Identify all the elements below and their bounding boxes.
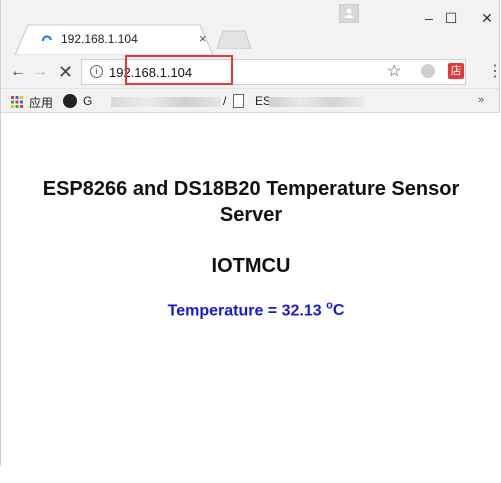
site-info-icon[interactable]: i xyxy=(90,65,103,78)
bookmark-github-label[interactable]: G xyxy=(83,94,92,108)
bookmark-star-icon[interactable]: ☆ xyxy=(387,61,401,81)
url-highlight-box xyxy=(125,55,233,85)
github-icon[interactable] xyxy=(63,94,77,108)
extension-shop-icon[interactable]: 店 xyxy=(448,63,464,79)
temperature-unit-letter: C xyxy=(332,302,345,320)
profile-icon[interactable] xyxy=(339,4,359,23)
forward-arrow-icon[interactable]: → xyxy=(32,63,48,81)
bookmarks-overflow-icon[interactable]: » xyxy=(478,94,484,106)
bookmarks-bar: 应用 G / ES » xyxy=(1,89,499,113)
temperature-value: 32.13 xyxy=(281,302,322,320)
page-subtitle: IOTMCU xyxy=(211,255,291,277)
tab-title: 192.168.1.104 xyxy=(61,32,138,46)
close-window-button[interactable]: ✕ xyxy=(469,6,501,30)
page-content: ESP8266 and DS18B20 Temperature Sensor S… xyxy=(1,113,501,466)
extension-icon[interactable] xyxy=(421,64,435,78)
menu-icon[interactable]: ⋮ xyxy=(487,61,501,81)
tab-active[interactable]: 192.168.1.104 × xyxy=(15,24,214,55)
blurred-bookmark-text-2 xyxy=(269,97,365,107)
temperature-unit: oC xyxy=(322,300,345,320)
browser-window: 192.168.1.104 × – ☐ ✕ ← → ✕ i 192.168.1.… xyxy=(0,0,501,466)
bookmark-github-suffix: / xyxy=(223,94,227,108)
title-bar: 192.168.1.104 × – ☐ ✕ xyxy=(1,0,499,55)
new-tab-button[interactable] xyxy=(217,30,251,49)
back-arrow-icon[interactable]: ← xyxy=(10,63,26,81)
tab-close-icon[interactable]: × xyxy=(199,32,207,46)
loading-spinner-icon xyxy=(42,35,52,42)
temperature-reading: Temperature = 32.13 oC xyxy=(1,300,501,320)
page-title: ESP8266 and DS18B20 Temperature Sensor S… xyxy=(42,178,460,226)
page-icon xyxy=(233,94,244,108)
temperature-label: Temperature = xyxy=(167,302,282,320)
stop-loading-icon[interactable]: ✕ xyxy=(58,63,73,81)
blurred-bookmark-text xyxy=(111,97,221,107)
apps-grid-icon[interactable] xyxy=(11,96,23,108)
degree-symbol: o xyxy=(326,300,333,312)
maximize-button[interactable]: ☐ xyxy=(433,6,469,30)
bookmark-apps-label[interactable]: 应用 xyxy=(29,94,53,111)
